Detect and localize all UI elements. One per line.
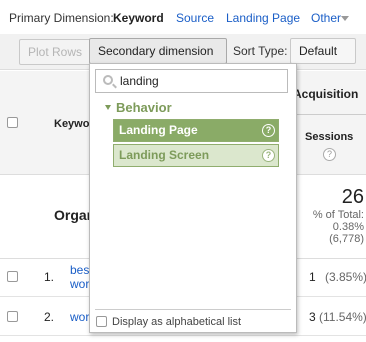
- option-label: Landing Screen: [119, 148, 210, 162]
- group-behavior[interactable]: Behavior: [116, 100, 172, 115]
- row-number: 1.: [44, 270, 55, 284]
- expand-triangle-icon[interactable]: [105, 105, 111, 110]
- keyword-link[interactable]: bes: [70, 263, 89, 277]
- help-icon[interactable]: ?: [262, 149, 275, 162]
- primary-dimension-source-link[interactable]: Source: [176, 11, 214, 25]
- option-landing-page[interactable]: Landing Page ?: [113, 119, 279, 142]
- plot-rows-button[interactable]: Plot Rows: [19, 39, 92, 65]
- row-checkbox[interactable]: [7, 311, 18, 322]
- search-icon: [103, 75, 113, 85]
- help-icon[interactable]: ?: [262, 124, 275, 137]
- chevron-down-icon[interactable]: [341, 16, 349, 21]
- total-sessions: 26: [341, 186, 364, 208]
- primary-dimension-keyword: Keyword: [113, 11, 164, 25]
- pct-of-total-count: (6,778): [329, 233, 364, 245]
- dropdown-divider: [95, 309, 291, 310]
- sort-type-label: Sort Type:: [233, 44, 288, 58]
- primary-dimension-landing-page-link[interactable]: Landing Page: [226, 11, 300, 25]
- sessions-value: 1: [309, 270, 316, 284]
- sessions-pct: (11.54%): [319, 310, 366, 324]
- sessions-column-header[interactable]: Sessions: [305, 131, 353, 143]
- option-label: Landing Page: [119, 123, 198, 137]
- sessions-value: 3: [309, 310, 316, 324]
- help-icon[interactable]: ?: [323, 148, 336, 161]
- dimension-search-box[interactable]: [95, 69, 288, 93]
- alphabetical-label: Display as alphabetical list: [112, 316, 242, 328]
- acquisition-header: Acquisition: [293, 87, 359, 101]
- secondary-dimension-dropdown: Behavior Landing Page ? Landing Screen ?…: [89, 63, 297, 333]
- header-divider: [293, 114, 366, 115]
- alphabetical-checkbox[interactable]: [96, 316, 107, 327]
- dimension-search-input[interactable]: [120, 73, 280, 89]
- secondary-dimension-label: Secondary dimension: [98, 44, 214, 58]
- keyword-link[interactable]: wor: [70, 310, 89, 324]
- select-all-checkbox[interactable]: [7, 117, 18, 128]
- keyword-link-line2[interactable]: wor: [70, 277, 89, 291]
- primary-dimension-bar: Primary Dimension: Keyword Source Landin…: [0, 0, 366, 34]
- sessions-pct: (3.85%): [325, 270, 366, 284]
- primary-dimension-other-link[interactable]: Other: [311, 11, 341, 25]
- pct-of-total-value: 0.38%: [332, 221, 364, 233]
- sort-type-value: Default: [299, 44, 338, 58]
- alphabetical-toggle[interactable]: Display as alphabetical list: [96, 316, 241, 328]
- row-checkbox[interactable]: [7, 271, 18, 282]
- pct-of-total-label: % of Total:: [312, 209, 364, 221]
- row-number: 2.: [44, 310, 55, 324]
- sort-type-select[interactable]: Default: [290, 38, 356, 79]
- secondary-dimension-button[interactable]: Secondary dimension: [89, 38, 227, 79]
- primary-dimension-label: Primary Dimension:: [9, 11, 114, 25]
- option-landing-screen[interactable]: Landing Screen ?: [113, 144, 279, 167]
